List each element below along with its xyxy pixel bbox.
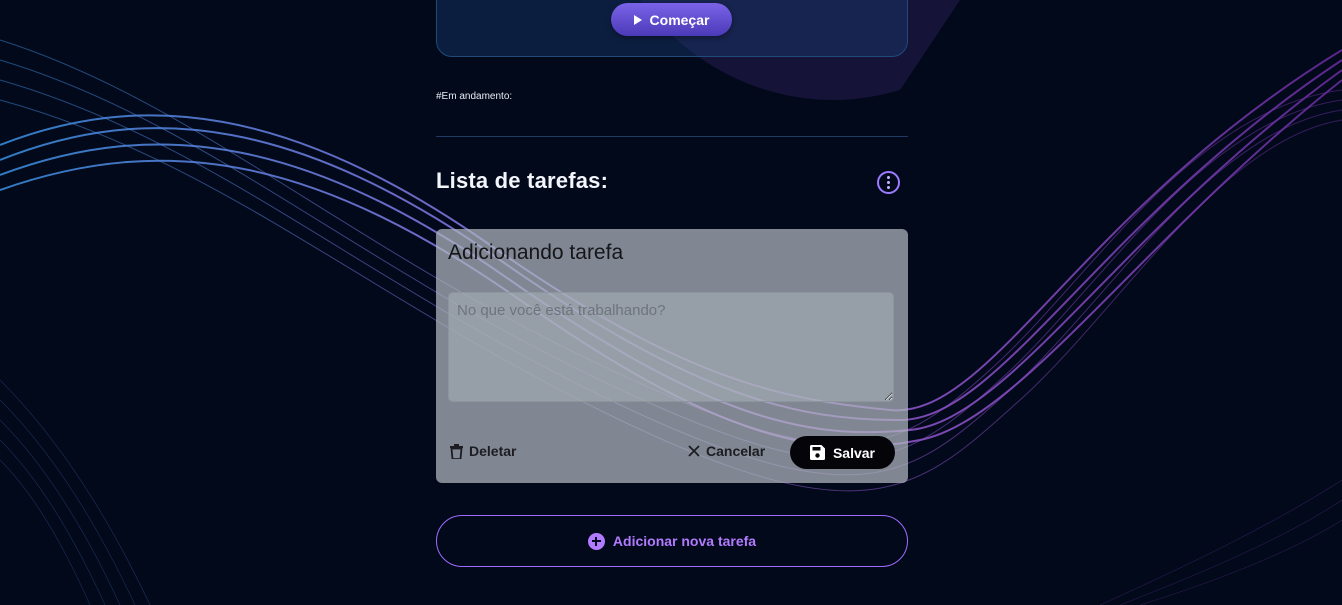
save-button[interactable]: Salvar xyxy=(790,436,895,469)
cancel-button[interactable]: Cancelar xyxy=(688,443,765,459)
start-button[interactable]: Começar xyxy=(611,3,732,36)
trash-icon xyxy=(450,443,463,459)
start-button-label: Começar xyxy=(649,11,710,28)
task-list-title: Lista de tarefas: xyxy=(436,168,609,193)
task-description-input[interactable] xyxy=(448,292,894,402)
status-label: #Em andamento: xyxy=(436,91,513,102)
add-task-form: Adicionando tarefa Deletar Cancelar Salv… xyxy=(436,229,908,483)
floppy-disk-icon xyxy=(809,445,825,460)
play-icon xyxy=(633,14,642,25)
delete-button[interactable]: Deletar xyxy=(450,443,516,459)
delete-label: Deletar xyxy=(469,443,517,459)
vertical-dots-icon xyxy=(887,176,890,189)
cancel-label: Cancelar xyxy=(706,443,766,459)
close-icon xyxy=(688,445,700,457)
save-label: Salvar xyxy=(832,444,876,461)
add-task-label: Adicionar nova tarefa xyxy=(612,533,757,549)
form-heading: Adicionando tarefa xyxy=(448,241,624,264)
more-options-button[interactable] xyxy=(877,171,900,194)
add-task-button[interactable]: Adicionar nova tarefa xyxy=(436,515,908,567)
plus-circle-icon xyxy=(587,532,605,550)
divider xyxy=(436,136,908,137)
